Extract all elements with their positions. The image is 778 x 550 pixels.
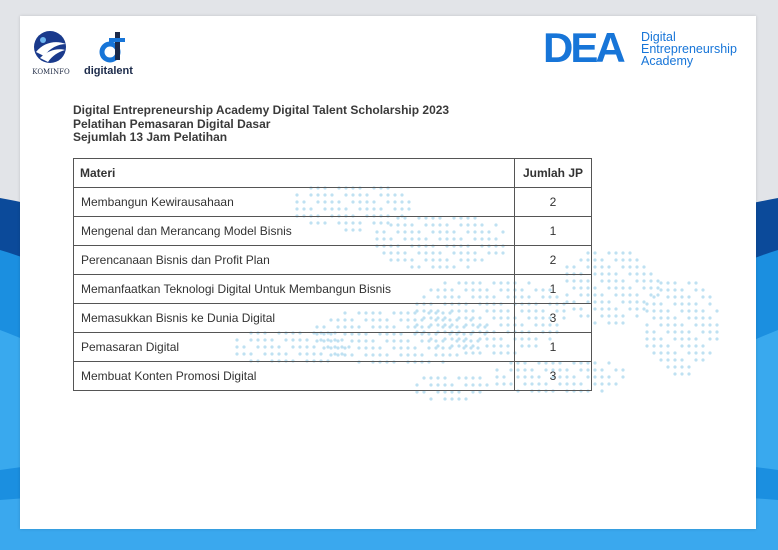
digitalent-d-icon: [99, 32, 125, 63]
dea-subtitle: Digital Entrepreneurship Academy: [641, 31, 737, 68]
cell-materi: Mengenal dan Merancang Model Bisnis: [73, 216, 515, 246]
table-row: Pemasaran Digital 1: [73, 332, 592, 362]
table-header-row: Materi Jumlah JP: [73, 158, 592, 188]
cell-jp: 2: [514, 187, 592, 217]
heading-title: Digital Entrepreneurship Academy Digital…: [73, 103, 450, 117]
cell-materi: Perencanaan Bisnis dan Profit Plan: [73, 245, 515, 275]
dea-line: Academy: [641, 54, 694, 68]
table-row: Perencanaan Bisnis dan Profit Plan 2: [73, 245, 592, 275]
digitalent-label: digitalent: [84, 65, 133, 77]
table-row: Memasukkan Bisnis ke Dunia Digital 3: [73, 303, 592, 333]
table-row: Mengenal dan Merancang Model Bisnis 1: [73, 216, 592, 246]
dea-wordmark: DEA: [543, 24, 626, 71]
heading-program: Pelatihan Pemasaran Digital Dasar: [73, 116, 271, 131]
cell-jp: 1: [514, 216, 592, 246]
table-row: Membuat Konten Promosi Digital 3: [73, 361, 592, 391]
cell-jp: 1: [514, 332, 592, 362]
kominfo-emblem-icon: [34, 31, 66, 63]
cell-materi: Membangun Kewirausahaan: [73, 187, 515, 217]
cell-jp: 3: [514, 361, 592, 391]
document-heading: Digital Entrepreneurship Academy Digital…: [73, 103, 450, 145]
cell-jp: 3: [514, 303, 592, 333]
cell-materi: Pemasaran Digital: [73, 332, 515, 362]
table-row: Membangun Kewirausahaan 2: [73, 187, 592, 217]
header-jumlah-jp: Jumlah JP: [514, 158, 592, 188]
cell-materi: Membuat Konten Promosi Digital: [73, 361, 515, 391]
kominfo-logo: KOMINFO: [26, 28, 74, 80]
curriculum-table: Materi Jumlah JP Membangun Kewirausahaan…: [73, 158, 592, 391]
cell-jp: 1: [514, 274, 592, 304]
cell-materi: Memanfaatkan Teknologi Digital Untuk Mem…: [73, 274, 515, 304]
table-row: Memanfaatkan Teknologi Digital Untuk Mem…: [73, 274, 592, 304]
digitalent-logo: digitalent: [84, 30, 144, 80]
heading-hours: Sejumlah 13 Jam Pelatihan: [73, 130, 228, 144]
dea-logo: DEA Digital Entrepreneurship Academy: [543, 24, 753, 71]
cell-materi: Memasukkan Bisnis ke Dunia Digital: [73, 303, 515, 333]
cell-jp: 2: [514, 245, 592, 275]
kominfo-label: KOMINFO: [32, 68, 70, 76]
header-materi: Materi: [73, 158, 515, 188]
document-page: KOMINFO digitalent DEA Digital Entrepren…: [20, 16, 756, 529]
